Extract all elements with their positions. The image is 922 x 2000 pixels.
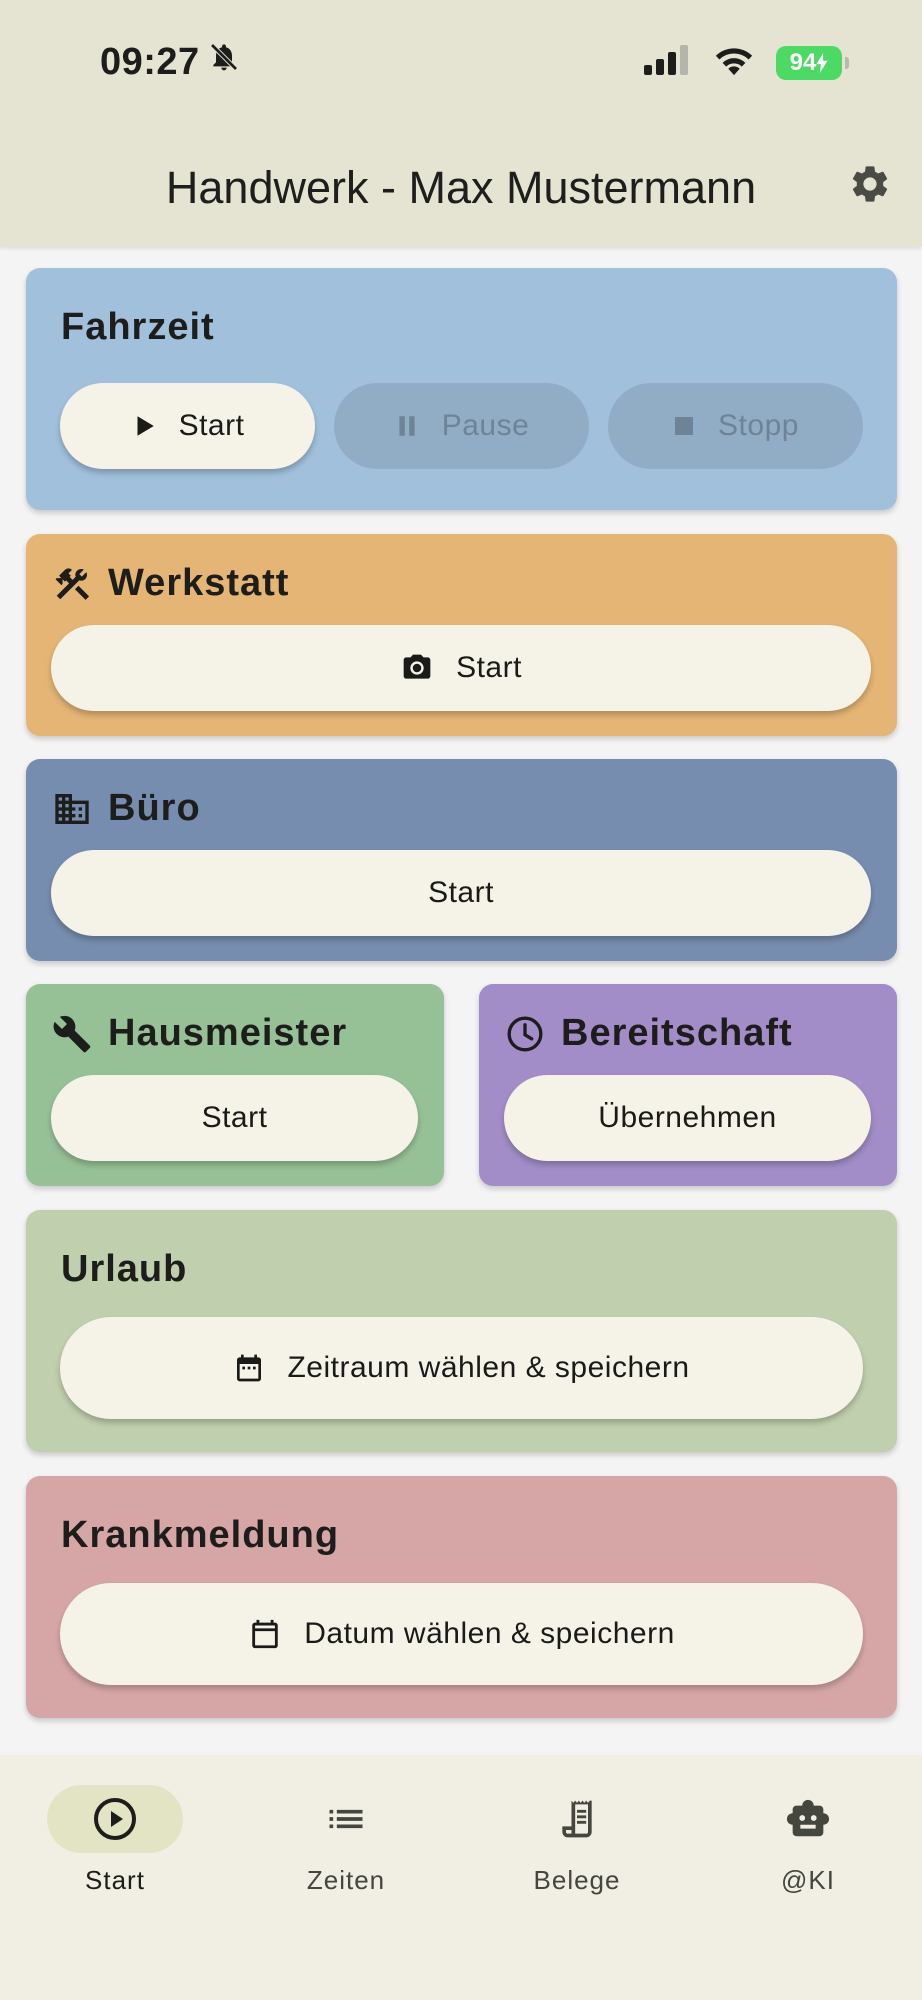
- nav-item-zeiten[interactable]: Zeiten: [256, 1785, 436, 1896]
- card-title-text: Krankmeldung: [61, 1514, 340, 1556]
- signal-icon: [644, 45, 692, 80]
- krankmeldung-datum-button[interactable]: Datum wählen & speichern: [60, 1583, 863, 1685]
- card-bereitschaft: Bereitschaft Übernehmen: [479, 984, 897, 1186]
- bell-muted-icon: [208, 40, 240, 84]
- status-indicators: 94: [644, 44, 849, 81]
- nav-icon-container: [509, 1785, 645, 1853]
- card-title-text: Werkstatt: [108, 562, 290, 604]
- hammer-wrench-icon: [55, 567, 90, 600]
- battery-indicator: 94: [776, 45, 849, 80]
- card-title-krankmeldung: Krankmeldung: [61, 1514, 339, 1557]
- nav-label-ki: @KI: [781, 1865, 835, 1895]
- calendar-icon: [252, 1619, 278, 1649]
- card-title-text: Bereitschaft: [561, 1012, 793, 1054]
- robot-icon: [786, 1799, 830, 1837]
- app-bar: Handwerk - Max Mustermann: [0, 120, 922, 247]
- card-title-text: Urlaub: [61, 1248, 188, 1290]
- card-title-text: Büro: [108, 787, 201, 829]
- nav-label-zeiten: Zeiten: [306, 1865, 386, 1895]
- nav-item-ki[interactable]: @KI: [718, 1785, 898, 1896]
- bereitschaft-uebernehmen-button[interactable]: Übernehmen: [504, 1075, 871, 1161]
- camera-icon: [403, 654, 431, 679]
- pause-icon: [399, 416, 415, 436]
- card-title-urlaub: Urlaub: [61, 1248, 187, 1291]
- fahrzeit-start-button[interactable]: Start: [60, 383, 315, 469]
- settings-button[interactable]: [844, 158, 896, 210]
- button-label: Stopp: [718, 409, 799, 442]
- buero-start-button[interactable]: Start: [51, 850, 871, 936]
- battery-level: 94: [789, 48, 817, 76]
- charging-icon: [816, 52, 828, 73]
- button-label: Start: [201, 1101, 268, 1134]
- card-title-text: Hausmeister: [108, 1012, 348, 1054]
- wifi-icon: [712, 44, 756, 81]
- card-title-fahrzeit: Fahrzeit: [61, 306, 215, 349]
- clock-icon: [507, 1016, 543, 1051]
- button-label: Start: [428, 876, 494, 909]
- fahrzeit-pause-button[interactable]: Pause: [334, 383, 589, 469]
- list-icon: [329, 1809, 363, 1829]
- card-title-bereitschaft: Bereitschaft: [505, 1012, 793, 1055]
- nav-item-start[interactable]: Start: [25, 1785, 205, 1896]
- card-krankmeldung: Krankmeldung Datum wählen & speichern: [26, 1476, 897, 1718]
- play-icon: [137, 416, 154, 436]
- button-label: Datum wählen & speichern: [304, 1617, 675, 1650]
- hausmeister-start-button[interactable]: Start: [51, 1075, 418, 1161]
- button-label: Zeitraum wählen & speichern: [287, 1351, 690, 1384]
- card-urlaub: Urlaub Zeitraum wählen & speichern: [26, 1210, 897, 1452]
- card-title-hausmeister: Hausmeister: [52, 1012, 347, 1055]
- gear-icon: [852, 166, 888, 202]
- nav-active-indicator: [47, 1785, 183, 1853]
- wrench-icon: [53, 1015, 91, 1052]
- button-label: Pause: [441, 409, 530, 442]
- card-title-text: Fahrzeit: [61, 306, 215, 348]
- nav-label-belege: Belege: [533, 1865, 621, 1895]
- urlaub-zeitraum-button[interactable]: Zeitraum wählen & speichern: [60, 1317, 863, 1419]
- nav-icon-container: [740, 1785, 876, 1853]
- button-label: Start: [178, 409, 245, 442]
- fahrzeit-stop-button[interactable]: Stopp: [608, 383, 863, 469]
- stop-icon: [675, 417, 694, 435]
- status-time: 09:27: [100, 40, 240, 84]
- play-circle-icon: [94, 1798, 136, 1840]
- werkstatt-start-button[interactable]: Start: [51, 625, 871, 711]
- nav-icon-container: [278, 1785, 414, 1853]
- time-text: 09:27: [100, 40, 200, 83]
- card-buero: Büro Start: [26, 759, 897, 961]
- calendar-range-icon: [237, 1354, 262, 1382]
- nav-item-belege[interactable]: Belege: [487, 1785, 667, 1896]
- button-label: Start: [456, 651, 522, 684]
- button-label: Übernehmen: [598, 1101, 777, 1134]
- status-bar: 09:27 94: [0, 0, 922, 120]
- bottom-navigation: Start Zeiten Belege @KI: [0, 1755, 922, 2000]
- card-title-buero: Büro: [52, 787, 201, 830]
- receipt-icon: [562, 1800, 592, 1838]
- building-icon: [55, 793, 89, 824]
- card-hausmeister: Hausmeister Start: [26, 984, 444, 1186]
- card-title-werkstatt: Werkstatt: [52, 562, 289, 605]
- card-fahrzeit: Fahrzeit Start Pause Stopp: [26, 268, 897, 510]
- page-title: Handwerk - Max Mustermann: [165, 162, 757, 213]
- card-werkstatt: Werkstatt Start: [26, 534, 897, 736]
- nav-label-start: Start: [85, 1865, 145, 1895]
